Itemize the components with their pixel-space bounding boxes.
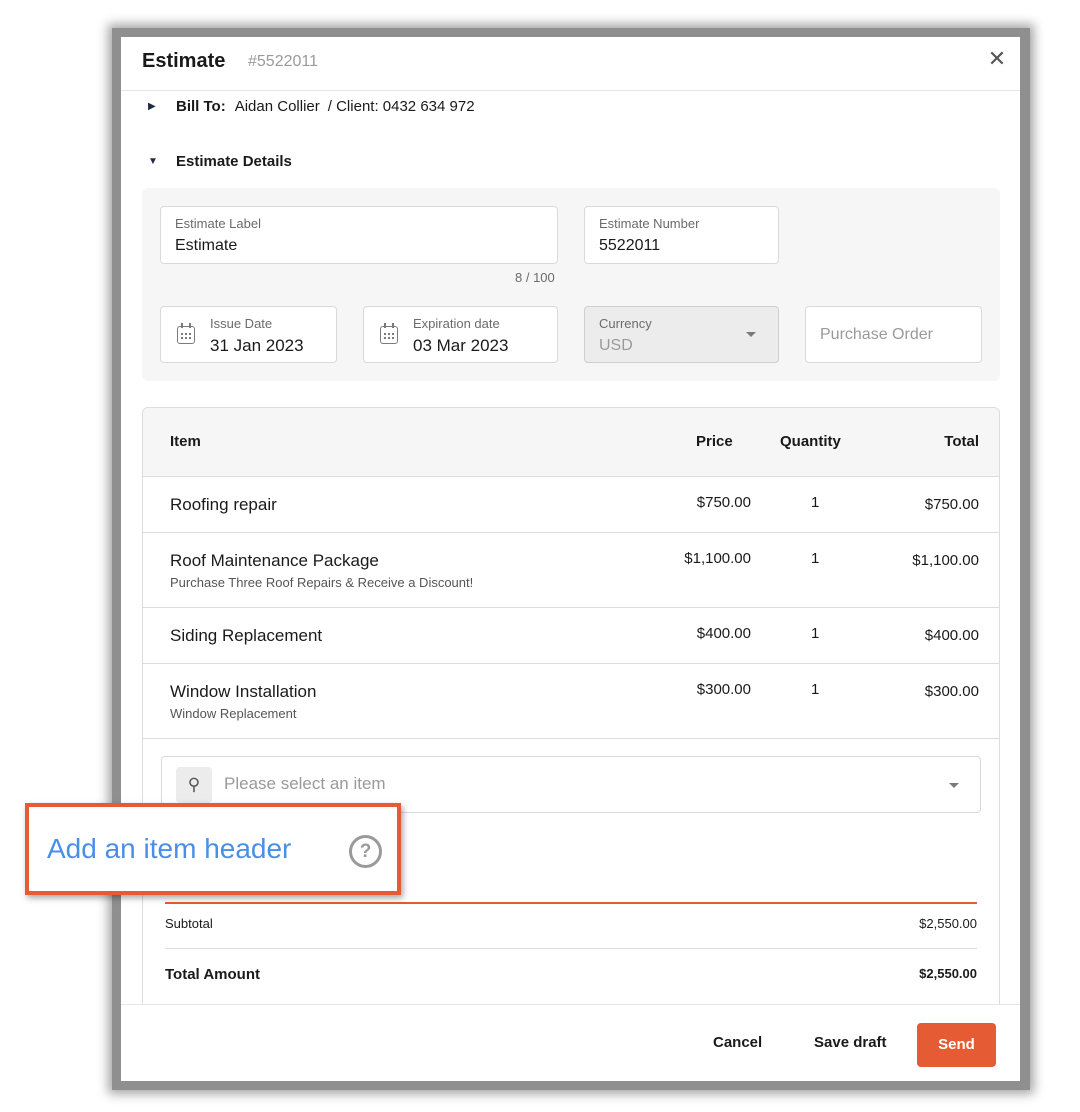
caret-down-icon: ▼: [148, 156, 158, 167]
table-row[interactable]: Siding Replacement $400.00 1 $400.00: [143, 608, 999, 664]
estimate-label-value: Estimate: [175, 237, 238, 254]
estimate-label-field[interactable]: Estimate Label Estimate: [160, 206, 558, 264]
total-value: $2,550.00: [919, 966, 977, 981]
currency-value: USD: [599, 337, 633, 354]
summary-divider: [165, 948, 977, 949]
item-price: $400.00: [696, 625, 751, 642]
item-select-placeholder: Please select an item: [224, 774, 386, 793]
item-total: $300.00: [924, 683, 979, 700]
estimate-number-value: 5522011: [599, 237, 661, 254]
bill-to-name: Aidan Collier: [234, 98, 320, 115]
currency-select: Currency USD: [584, 306, 779, 363]
total-label: Total Amount: [165, 966, 260, 983]
chevron-down-icon: [949, 783, 959, 788]
item-lookup-icon: ⚲: [176, 767, 212, 803]
item-price: $750.00: [696, 494, 751, 511]
expiration-date-value: 03 Mar 2023: [413, 336, 509, 355]
item-qty: 1: [811, 494, 820, 511]
table-row[interactable]: Window Installation Window Replacement $…: [143, 664, 999, 739]
estimate-details-panel: Estimate Label Estimate Estimate Number …: [142, 188, 1000, 381]
close-icon[interactable]: ✕: [985, 47, 1009, 71]
item-price: $300.00: [696, 681, 751, 698]
send-button[interactable]: Send: [917, 1023, 996, 1067]
item-qty: 1: [811, 625, 820, 642]
add-item-header-callout: Add an item header ?: [25, 803, 401, 895]
item-desc: Window Replacement: [170, 706, 297, 721]
item-qty: 1: [811, 550, 820, 567]
caret-right-icon: ▶: [148, 101, 156, 112]
col-item: Item: [170, 433, 201, 450]
expiration-date-caption: Expiration date: [413, 316, 500, 331]
subtotal-label: Subtotal: [165, 916, 213, 931]
purchase-order-field[interactable]: Purchase Order: [805, 306, 982, 363]
modal-footer: Cancel Save draft Send: [121, 1004, 1020, 1081]
cancel-button[interactable]: Cancel: [713, 1034, 762, 1051]
item-name: Siding Replacement: [170, 626, 323, 645]
table-row[interactable]: Roof Maintenance Package Purchase Three …: [143, 533, 999, 608]
table-row[interactable]: Roofing repair $750.00 1 $750.00: [143, 477, 999, 533]
subtotal-value: $2,550.00: [919, 916, 977, 931]
calendar-icon: [177, 323, 195, 344]
col-quantity: Quantity: [780, 433, 841, 450]
help-icon[interactable]: ?: [349, 835, 382, 868]
item-total: $750.00: [924, 496, 979, 513]
estimate-details-label: Estimate Details: [176, 153, 292, 170]
issue-date-caption: Issue Date: [210, 316, 273, 331]
estimate-modal: Estimate #5522011 ✕ ▶ Bill To: Aidan Col…: [121, 37, 1020, 1081]
bill-to-client: / Client: 0432 634 972: [327, 98, 475, 115]
estimate-details-toggle[interactable]: ▼ Estimate Details: [148, 153, 292, 170]
table-header: Item Price Quantity Total: [143, 408, 999, 477]
issue-date-value: 31 Jan 2023: [210, 336, 304, 355]
item-name: Roof Maintenance Package: [170, 551, 379, 570]
item-name: Roofing repair: [170, 495, 277, 514]
estimate-label-caption: Estimate Label: [175, 216, 261, 231]
modal-title: Estimate: [142, 50, 226, 72]
save-draft-button[interactable]: Save draft: [814, 1034, 887, 1051]
modal-header: Estimate #5522011 ✕: [121, 37, 1020, 91]
purchase-order-placeholder: Purchase Order: [820, 326, 933, 343]
calendar-icon: [380, 323, 398, 344]
expiration-date-field[interactable]: Expiration date 03 Mar 2023: [363, 306, 558, 363]
accent-divider: [165, 902, 977, 904]
item-total: $400.00: [924, 627, 979, 644]
add-item-header-link[interactable]: Add an item header: [47, 833, 291, 865]
currency-caption: Currency: [599, 316, 652, 331]
item-total: $1,100.00: [912, 552, 979, 569]
bill-to-label: Bill To:: [176, 98, 226, 115]
estimate-number-field[interactable]: Estimate Number 5522011: [584, 206, 779, 264]
line-items-table: Item Price Quantity Total Roofing repair…: [142, 407, 1000, 1017]
item-desc: Purchase Three Roof Repairs & Receive a …: [170, 575, 474, 590]
item-price: $1,100.00: [684, 550, 751, 567]
issue-date-field[interactable]: Issue Date 31 Jan 2023: [160, 306, 337, 363]
estimate-id: #5522011: [248, 53, 318, 70]
col-price: Price: [696, 433, 733, 450]
char-counter: 8 / 100: [515, 270, 555, 285]
item-qty: 1: [811, 681, 820, 698]
item-name: Window Installation: [170, 682, 317, 701]
col-total: Total: [944, 433, 979, 450]
estimate-number-caption: Estimate Number: [599, 216, 700, 231]
chevron-down-icon: [746, 332, 756, 337]
bill-to-toggle[interactable]: ▶ Bill To: Aidan Collier / Client: 0432 …: [148, 98, 475, 115]
